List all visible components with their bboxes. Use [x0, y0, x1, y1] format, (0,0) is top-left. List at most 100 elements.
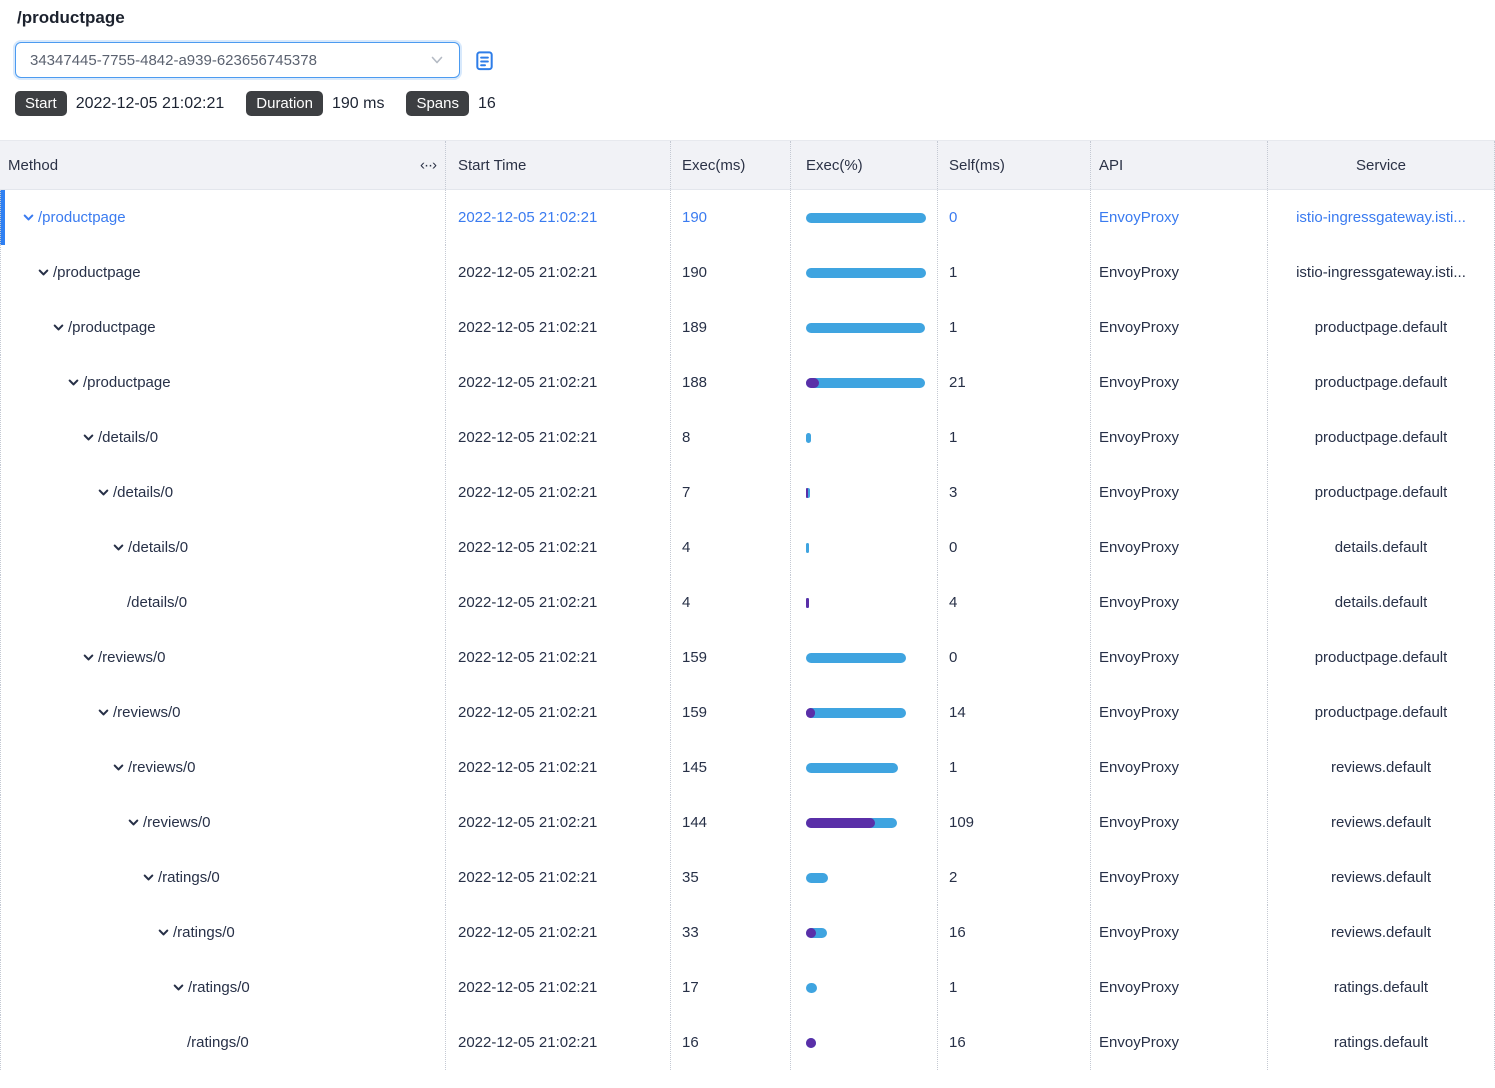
copy-trace-id-button[interactable] — [473, 49, 496, 72]
span-start-time-text: 2022-12-05 21:02:21 — [458, 924, 597, 941]
page-title: /productpage — [17, 8, 1495, 28]
span-service: productpage.default — [1267, 685, 1495, 740]
span-exec-pct — [790, 410, 937, 465]
span-start-time: 2022-12-05 21:02:21 — [445, 740, 670, 795]
method-cell: /productpage — [0, 190, 445, 245]
span-service: ratings.default — [1267, 960, 1495, 1015]
span-exec-ms-text: 144 — [682, 814, 707, 831]
exec-percent-bar — [806, 763, 926, 773]
exec-bar-segment — [806, 873, 828, 883]
span-self-ms-text: 16 — [949, 924, 966, 941]
chevron-down-icon[interactable] — [37, 266, 50, 279]
span-self-ms-text: 14 — [949, 704, 966, 721]
span-self-ms: 2 — [937, 850, 1090, 905]
span-api: EnvoyProxy — [1090, 300, 1267, 355]
trace-span-row[interactable]: /productpage 2022-12-05 21:02:21 190 0 E… — [0, 190, 1495, 245]
trace-span-row[interactable]: /ratings/0 2022-12-05 21:02:21 35 2 Envo… — [0, 850, 1495, 905]
trace-span-row[interactable]: /productpage 2022-12-05 21:02:21 188 21 … — [0, 355, 1495, 410]
span-exec-pct — [790, 575, 937, 630]
span-service: reviews.default — [1267, 740, 1495, 795]
chevron-down-icon[interactable] — [112, 761, 125, 774]
span-service: istio-ingressgateway.isti... — [1267, 190, 1495, 245]
span-exec-ms-text: 145 — [682, 759, 707, 776]
trace-span-row[interactable]: /productpage 2022-12-05 21:02:21 189 1 E… — [0, 300, 1495, 355]
span-method: /details/0 — [98, 429, 158, 446]
method-cell: /reviews/0 — [0, 795, 445, 850]
trace-span-row[interactable]: /ratings/0 2022-12-05 21:02:21 16 16 Env… — [0, 1015, 1495, 1070]
spans-badge: Spans — [406, 91, 469, 116]
trace-span-row[interactable]: /ratings/0 2022-12-05 21:02:21 33 16 Env… — [0, 905, 1495, 960]
self-bar-segment — [806, 928, 816, 938]
span-method: /details/0 — [128, 539, 188, 556]
trace-span-row[interactable]: /details/0 2022-12-05 21:02:21 4 0 Envoy… — [0, 520, 1495, 575]
chevron-down-icon[interactable] — [82, 651, 95, 664]
method-cell: /details/0 — [0, 410, 445, 465]
trace-span-row[interactable]: /ratings/0 2022-12-05 21:02:21 17 1 Envo… — [0, 960, 1495, 1015]
span-service: productpage.default — [1267, 355, 1495, 410]
span-self-ms: 1 — [937, 410, 1090, 465]
duration-value: 190 ms — [332, 95, 384, 113]
span-service-text: details.default — [1335, 539, 1428, 556]
span-service: istio-ingressgateway.isti... — [1267, 245, 1495, 300]
span-exec-ms: 16 — [670, 1015, 790, 1070]
trace-span-row[interactable]: /details/0 2022-12-05 21:02:21 4 4 Envoy… — [0, 575, 1495, 630]
chevron-down-icon[interactable] — [127, 816, 140, 829]
trace-span-row[interactable]: /details/0 2022-12-05 21:02:21 8 1 Envoy… — [0, 410, 1495, 465]
span-start-time-text: 2022-12-05 21:02:21 — [458, 484, 597, 501]
trace-span-row[interactable]: /reviews/0 2022-12-05 21:02:21 145 1 Env… — [0, 740, 1495, 795]
clipboard-copy-icon — [473, 49, 496, 72]
span-api-text: EnvoyProxy — [1099, 649, 1179, 666]
span-exec-ms-text: 159 — [682, 649, 707, 666]
span-service-text: reviews.default — [1331, 924, 1431, 941]
method-cell: /productpage — [0, 245, 445, 300]
exec-bar-segment — [806, 708, 906, 718]
span-service-text: productpage.default — [1315, 374, 1448, 391]
span-service: reviews.default — [1267, 850, 1495, 905]
trace-span-row[interactable]: /details/0 2022-12-05 21:02:21 7 3 Envoy… — [0, 465, 1495, 520]
chevron-down-icon[interactable] — [112, 541, 125, 554]
span-service-text: productpage.default — [1315, 704, 1448, 721]
span-exec-ms: 35 — [670, 850, 790, 905]
chevron-down-icon[interactable] — [97, 706, 110, 719]
span-exec-pct — [790, 685, 937, 740]
column-header-start-time: Start Time — [445, 141, 670, 189]
span-api: EnvoyProxy — [1090, 355, 1267, 410]
span-self-ms: 109 — [937, 795, 1090, 850]
column-header-service: Service — [1267, 141, 1495, 189]
span-method: /reviews/0 — [113, 704, 181, 721]
span-service-text: ratings.default — [1334, 979, 1428, 996]
span-self-ms-text: 1 — [949, 979, 957, 996]
trace-id-select[interactable]: 34347445-7755-4842-a939-623656745378 — [15, 42, 460, 78]
chevron-down-icon[interactable] — [22, 211, 35, 224]
self-bar-segment — [806, 708, 815, 718]
horizontal-resize-icon[interactable]: ‹··› — [420, 157, 436, 174]
span-start-time: 2022-12-05 21:02:21 — [445, 575, 670, 630]
exec-percent-bar — [806, 983, 926, 993]
chevron-down-icon[interactable] — [172, 981, 185, 994]
chevron-down-icon[interactable] — [142, 871, 155, 884]
chevron-down-icon — [429, 52, 445, 68]
span-self-ms: 1 — [937, 245, 1090, 300]
trace-span-row[interactable]: /reviews/0 2022-12-05 21:02:21 159 0 Env… — [0, 630, 1495, 685]
exec-percent-bar — [806, 543, 926, 553]
trace-span-row[interactable]: /reviews/0 2022-12-05 21:02:21 144 109 E… — [0, 795, 1495, 850]
method-cell: /ratings/0 — [0, 960, 445, 1015]
table-body: /productpage 2022-12-05 21:02:21 190 0 E… — [0, 190, 1495, 1070]
span-exec-pct — [790, 850, 937, 905]
span-api-text: EnvoyProxy — [1099, 814, 1179, 831]
exec-percent-bar — [806, 433, 926, 443]
chevron-down-icon[interactable] — [97, 486, 110, 499]
span-start-time-text: 2022-12-05 21:02:21 — [458, 869, 597, 886]
chevron-down-icon[interactable] — [67, 376, 80, 389]
span-exec-ms: 189 — [670, 300, 790, 355]
method-cell: /details/0 — [0, 465, 445, 520]
chevron-down-icon[interactable] — [52, 321, 65, 334]
span-api-text: EnvoyProxy — [1099, 319, 1179, 336]
span-exec-ms-text: 35 — [682, 869, 699, 886]
trace-span-row[interactable]: /productpage 2022-12-05 21:02:21 190 1 E… — [0, 245, 1495, 300]
chevron-down-icon[interactable] — [82, 431, 95, 444]
trace-summary: Start 2022-12-05 21:02:21 Duration 190 m… — [15, 91, 1495, 116]
chevron-down-icon[interactable] — [157, 926, 170, 939]
trace-span-row[interactable]: /reviews/0 2022-12-05 21:02:21 159 14 En… — [0, 685, 1495, 740]
span-method: /reviews/0 — [98, 649, 166, 666]
